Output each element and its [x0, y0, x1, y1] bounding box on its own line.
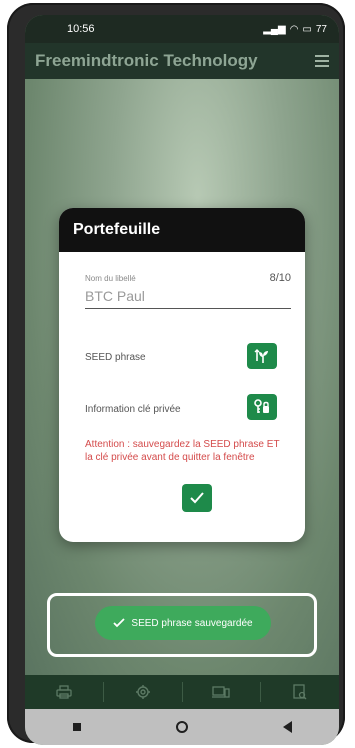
label-field-caption: Nom du libellé — [85, 274, 136, 283]
tab-documents[interactable] — [261, 675, 339, 709]
warning-message: Attention : sauvegardez la SEED phrase E… — [85, 439, 280, 463]
back-button[interactable] — [282, 721, 292, 733]
system-nav-bar — [25, 709, 339, 745]
printer-icon — [56, 685, 72, 699]
input-underline — [85, 308, 291, 309]
private-key-label: Information clé privée — [85, 404, 181, 415]
check-icon — [113, 618, 126, 628]
wallet-dialog: Portefeuille Nom du libellé 8/10 BTC Pau… — [59, 208, 305, 542]
seed-phrase-button[interactable] — [247, 343, 277, 369]
bottom-tab-bar — [25, 675, 339, 709]
label-input[interactable]: BTC Paul — [85, 288, 145, 304]
seed-phrase-label: SEED phrase — [85, 352, 146, 363]
key-lock-icon — [254, 399, 269, 413]
gear-icon — [135, 685, 150, 699]
battery-icon: ▭ — [302, 23, 312, 35]
screen: 10:56 ▂▄▆ ◠ ▭ 77 Freemindtronic Technolo… — [25, 15, 339, 745]
home-button[interactable] — [175, 721, 188, 733]
wifi-icon: ◠ — [289, 23, 299, 35]
devices-icon — [212, 686, 231, 698]
tab-print[interactable] — [25, 675, 103, 709]
toast-highlight: SEED phrase sauvegardée — [47, 593, 317, 657]
toast: SEED phrase sauvegardée — [95, 606, 271, 640]
private-key-button[interactable] — [247, 394, 277, 420]
app-title: Freemindtronic Technology — [35, 51, 258, 70]
seed-sprout-icon — [254, 349, 268, 363]
character-counter: 8/10 — [269, 272, 291, 284]
status-bar: 10:56 ▂▄▆ ◠ ▭ 77 — [25, 15, 339, 43]
menu-icon[interactable] — [315, 55, 329, 67]
confirm-button[interactable] — [182, 484, 212, 512]
app-bar: Freemindtronic Technology — [25, 43, 339, 79]
document-search-icon — [293, 684, 307, 700]
status-time: 10:56 — [67, 23, 95, 35]
dialog-title: Portefeuille — [59, 208, 305, 252]
status-icons: ▂▄▆ ◠ ▭ 77 — [263, 24, 327, 35]
recent-apps-button[interactable] — [72, 723, 81, 731]
phone-frame: 10:56 ▂▄▆ ◠ ▭ 77 Freemindtronic Technolo… — [7, 3, 345, 745]
check-icon — [190, 492, 204, 504]
tab-settings[interactable] — [104, 675, 182, 709]
battery-level: 77 — [315, 23, 327, 35]
toast-message: SEED phrase sauvegardée — [131, 617, 253, 629]
signal-icon: ▂▄▆ — [263, 23, 286, 35]
tab-devices[interactable] — [183, 675, 261, 709]
